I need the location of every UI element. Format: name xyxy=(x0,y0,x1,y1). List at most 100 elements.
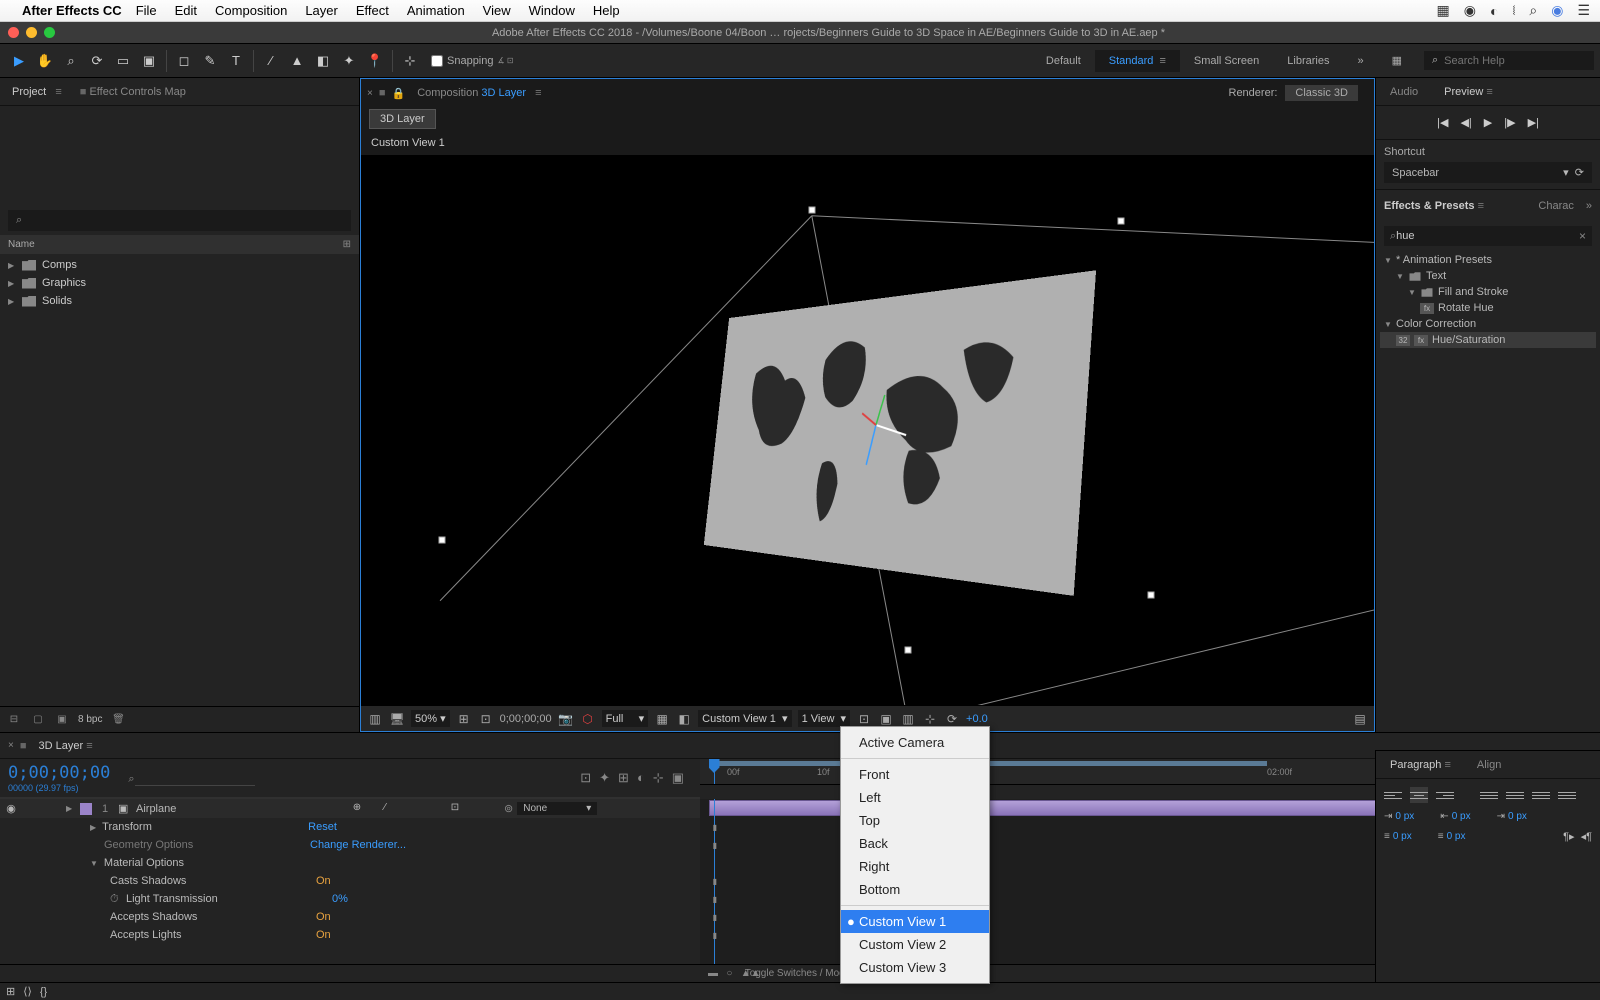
zoom-tool-icon[interactable]: ⌕ xyxy=(59,49,83,73)
tab-align[interactable]: Align xyxy=(1471,755,1507,775)
tree-anim-presets[interactable]: ▼* Animation Presets xyxy=(1380,252,1596,268)
pixel-aspect-icon[interactable]: ⊡ xyxy=(856,712,872,726)
menu-view[interactable]: View xyxy=(483,3,511,18)
folder-solids[interactable]: ▶Solids xyxy=(0,292,359,310)
prop-geometry[interactable]: Geometry OptionsChange Renderer... xyxy=(0,836,700,854)
new-folder-icon[interactable]: ▢ xyxy=(30,712,46,728)
tree-color-correction[interactable]: ▼Color Correction xyxy=(1380,316,1596,332)
alpha-icon[interactable]: ▥ xyxy=(367,712,383,726)
wifi-icon[interactable]: ⧙ xyxy=(1512,2,1515,19)
snapping-checkbox[interactable] xyxy=(431,55,443,67)
trash-icon[interactable]: 🗑 xyxy=(110,712,126,728)
maximize-window-icon[interactable] xyxy=(44,27,55,38)
view-bottom[interactable]: Bottom xyxy=(841,878,989,901)
menubar-cc-icon[interactable]: ◐ xyxy=(1490,3,1498,19)
view-layout-dropdown[interactable]: 1 View ▾ xyxy=(798,710,850,727)
close-tab-icon[interactable]: × xyxy=(8,740,14,751)
next-frame-icon[interactable]: |▶ xyxy=(1504,116,1515,129)
indent-right[interactable]: ⇥ 0 px xyxy=(1497,811,1527,822)
text-dir-ltr-icon[interactable]: ¶▸ xyxy=(1563,830,1574,843)
draft-3d-icon[interactable]: ▣ xyxy=(672,770,684,786)
justify-all-icon[interactable] xyxy=(1558,787,1576,803)
go-end-icon[interactable]: ▶| xyxy=(1528,116,1539,129)
project-search[interactable]: ⌕ xyxy=(8,210,351,231)
indent-first[interactable]: ⇤ 0 px xyxy=(1440,811,1470,822)
current-timecode[interactable]: 0;00;00;00 xyxy=(8,763,110,783)
justify-center-icon[interactable] xyxy=(1506,787,1524,803)
view-active-camera[interactable]: Active Camera xyxy=(841,731,989,754)
view-front[interactable]: Front xyxy=(841,763,989,786)
justify-left-icon[interactable] xyxy=(1480,787,1498,803)
footer-timecode[interactable]: 0;00;00;00 xyxy=(500,713,552,725)
clone-tool-icon[interactable]: ▲ xyxy=(285,49,309,73)
clear-search-icon[interactable]: × xyxy=(1579,229,1586,243)
tab-character[interactable]: Charac xyxy=(1532,196,1579,216)
monitor-icon[interactable]: 🖥 xyxy=(389,712,405,726)
tree-text[interactable]: ▼Text xyxy=(1380,268,1596,284)
label-color-icon[interactable] xyxy=(80,803,92,815)
help-search-input[interactable] xyxy=(1444,55,1586,67)
selection-tool-icon[interactable]: ▶ xyxy=(7,49,31,73)
go-start-icon[interactable]: |◀ xyxy=(1437,116,1448,129)
project-search-input[interactable] xyxy=(22,213,343,228)
workspace-libraries[interactable]: Libraries xyxy=(1273,50,1343,72)
exposure-value[interactable]: +0.0 xyxy=(966,713,988,725)
preset-rotate-hue[interactable]: fxRotate Hue xyxy=(1380,300,1596,316)
prop-light-trans[interactable]: ⏱Light Transmission0% xyxy=(0,890,700,908)
status-icon-2[interactable]: ⟨⟩ xyxy=(23,985,32,998)
tab-paragraph[interactable]: Paragraph ≡ xyxy=(1384,755,1457,775)
sw-shy[interactable]: ⊕ xyxy=(350,802,364,816)
comp-settings-icon[interactable]: ▤ xyxy=(1352,712,1368,726)
viewport[interactable] xyxy=(361,155,1374,705)
layer-3d-plane[interactable] xyxy=(703,270,1095,596)
effects-search[interactable]: ⌕ × xyxy=(1384,226,1592,246)
menu-window[interactable]: Window xyxy=(529,3,575,18)
space-before[interactable]: ≡ 0 px xyxy=(1384,830,1412,843)
tab-preview[interactable]: Preview ≡ xyxy=(1438,82,1499,102)
layer-name[interactable]: Airplane xyxy=(136,803,346,815)
sw-3d[interactable]: ⊡ xyxy=(448,802,462,816)
tab-effect-controls[interactable]: ■ Effect Controls Map xyxy=(74,82,192,102)
prop-accepts-shadows[interactable]: Accepts ShadowsOn xyxy=(0,908,700,926)
indent-left[interactable]: ⇥ 0 px xyxy=(1384,811,1414,822)
interpret-icon[interactable]: ⊟ xyxy=(6,712,22,728)
tab-audio[interactable]: Audio xyxy=(1384,82,1424,102)
prop-transform[interactable]: ▶TransformReset xyxy=(0,818,700,836)
exposure-reset-icon[interactable]: ⟳ xyxy=(944,712,960,726)
graph-editor-icon[interactable]: ⊹ xyxy=(653,770,664,786)
3d-view-dropdown[interactable]: Custom View 1 ▾ xyxy=(698,710,791,727)
timeline-tab-3d-layer[interactable]: 3D Layer ≡ xyxy=(33,736,99,756)
channel-icon[interactable]: ⬡ xyxy=(580,712,596,726)
prop-material[interactable]: ▼Material Options xyxy=(0,854,700,872)
close-tab-icon[interactable]: × xyxy=(367,88,373,99)
spotlight-icon[interactable]: ⌕ xyxy=(1529,2,1537,19)
view-custom-1[interactable]: ●Custom View 1 xyxy=(841,910,989,933)
siri-icon[interactable]: ◉ xyxy=(1551,2,1563,19)
col-menu-icon[interactable]: ⊞ xyxy=(343,239,351,250)
eraser-tool-icon[interactable]: ◧ xyxy=(311,49,335,73)
flowchart-icon[interactable]: ⊹ xyxy=(922,712,938,726)
project-columns-header[interactable]: Name ⊞ xyxy=(0,235,359,254)
fast-preview-icon[interactable]: ▣ xyxy=(878,712,894,726)
view-right[interactable]: Right xyxy=(841,855,989,878)
app-name[interactable]: After Effects CC xyxy=(22,3,122,18)
transparency-icon[interactable]: ▦ xyxy=(654,712,670,726)
view-top[interactable]: Top xyxy=(841,809,989,832)
view-left[interactable]: Left xyxy=(841,786,989,809)
motion-blur-icon[interactable]: ◐ xyxy=(637,770,645,786)
visibility-icon[interactable]: ◉ xyxy=(4,802,18,815)
3d-gizmo-icon[interactable] xyxy=(869,424,931,498)
roto-tool-icon[interactable]: ✦ xyxy=(337,49,361,73)
effects-panel-title[interactable]: Effects & Presets ≡ xyxy=(1384,200,1484,212)
prop-accepts-lights[interactable]: Accepts LightsOn xyxy=(0,926,700,944)
frame-blend-icon[interactable]: ⊞ xyxy=(618,770,629,786)
rect-tool-icon[interactable]: ▭ xyxy=(111,49,135,73)
menu-composition[interactable]: Composition xyxy=(215,3,287,18)
play-icon[interactable]: ▶ xyxy=(1484,116,1492,129)
workspace-more-icon[interactable]: » xyxy=(1343,50,1377,72)
camera-tool-icon[interactable]: ▣ xyxy=(137,49,161,73)
view-back[interactable]: Back xyxy=(841,832,989,855)
minimize-window-icon[interactable] xyxy=(26,27,37,38)
mask-icon[interactable]: ◧ xyxy=(676,712,692,726)
workspace-standard[interactable]: Standard xyxy=(1095,50,1180,72)
